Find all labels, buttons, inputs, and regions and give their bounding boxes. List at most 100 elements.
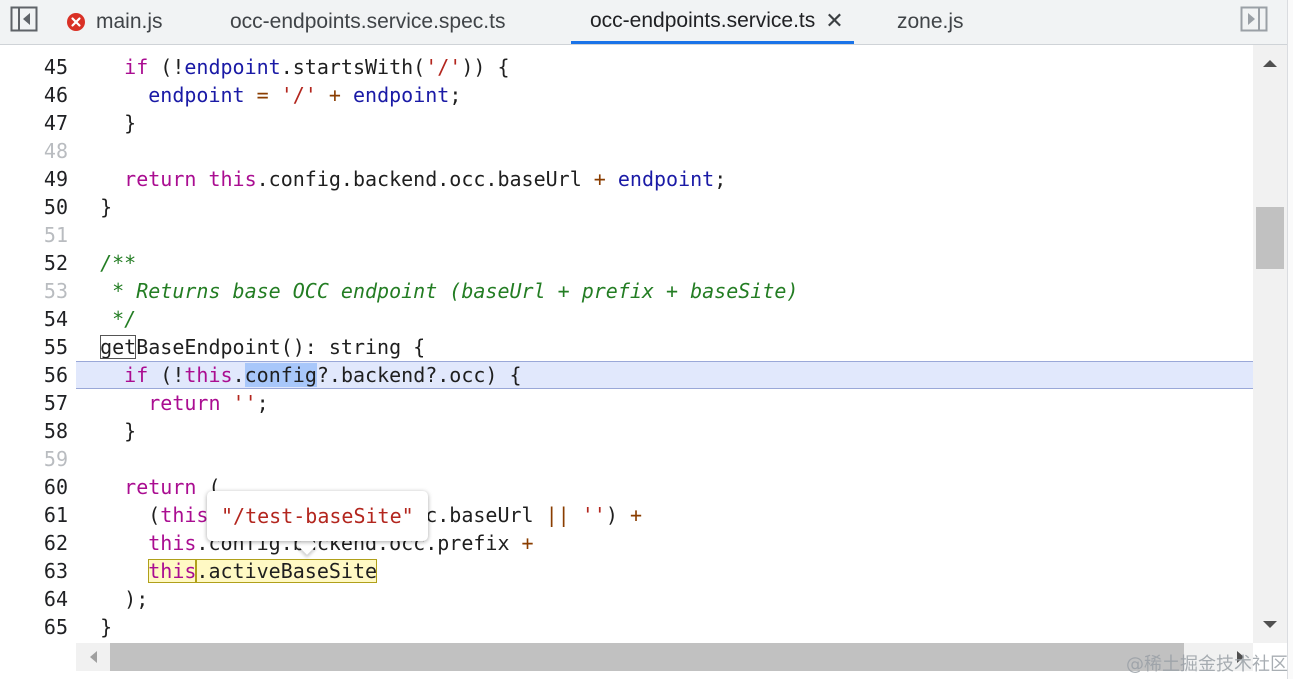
code-comment: * Returns base OCC endpoint (baseUrl + p… — [112, 279, 799, 303]
code-line: } — [76, 417, 1253, 445]
line-number[interactable]: 56 — [0, 361, 68, 389]
code-line: */ — [76, 305, 1253, 333]
code-comment: */ — [112, 307, 137, 331]
code-line: } — [76, 613, 1253, 641]
code-text: } — [76, 419, 137, 443]
code-string: '/' — [280, 83, 317, 107]
tab-occ-endpoints-service-spec[interactable]: occ-endpoints.service.spec.ts — [230, 0, 505, 44]
code-keyword: this — [184, 363, 233, 387]
code-line: if (!endpoint.startsWith('/')) { — [76, 53, 1253, 81]
line-number[interactable]: 59 — [0, 445, 68, 473]
line-number[interactable]: 63 — [0, 557, 68, 585]
line-number[interactable]: 47 — [0, 109, 68, 137]
toggle-debugger-button[interactable] — [1240, 6, 1268, 32]
line-number[interactable]: 57 — [0, 389, 68, 417]
line-number[interactable]: 54 — [0, 305, 68, 333]
tab-zone-js[interactable]: zone.js — [897, 0, 964, 44]
line-number[interactable]: 45 — [0, 53, 68, 81]
code-variable: endpoint — [184, 55, 281, 79]
highlighted-expression[interactable]: .activeBaseSite — [196, 559, 378, 583]
line-number[interactable]: 66 — [0, 641, 68, 643]
editor-tab-bar: main.js occ-endpoints.service.spec.ts oc… — [0, 0, 1287, 45]
code-operator: || — [545, 503, 570, 527]
scroll-up-icon[interactable] — [1253, 53, 1287, 73]
code-variable: endpoint — [617, 167, 715, 191]
line-number[interactable]: 49 — [0, 165, 68, 193]
scroll-down-icon[interactable] — [1253, 615, 1287, 635]
line-number[interactable]: 62 — [0, 529, 68, 557]
selected-token[interactable]: config — [244, 363, 317, 387]
code-variable: endpoint — [148, 83, 245, 107]
code-text: ; — [714, 167, 727, 191]
tab-main-js[interactable]: main.js — [66, 0, 163, 44]
tab-label: occ-endpoints.service.ts — [590, 8, 816, 32]
code-operator: + — [593, 167, 606, 191]
line-number[interactable]: 52 — [0, 249, 68, 277]
tab-label: zone.js — [897, 10, 964, 33]
close-icon[interactable]: ✕ — [825, 8, 843, 34]
line-number[interactable]: 51 — [0, 221, 68, 249]
code-text: .startsWith( — [280, 55, 426, 79]
error-icon — [66, 12, 86, 32]
code-keyword: return — [148, 391, 221, 415]
line-number[interactable]: 48 — [0, 137, 68, 165]
code-comment: /** — [100, 251, 137, 275]
code-text: .config.backend.occ.baseUrl — [256, 167, 594, 191]
vertical-scrollbar[interactable] — [1253, 45, 1287, 643]
code-text: } — [76, 615, 113, 639]
code-string: '' — [581, 503, 606, 527]
code-line: * Returns base OCC endpoint (baseUrl + p… — [76, 277, 1253, 305]
code-text: ) — [605, 503, 630, 527]
code-editor[interactable]: if (!endpoint.startsWith('/')) { endpoin… — [76, 45, 1253, 643]
code-text: ; — [256, 391, 269, 415]
line-number[interactable]: 46 — [0, 81, 68, 109]
horizontal-scroll-thumb[interactable] — [110, 643, 1184, 671]
code-text: (! — [148, 55, 185, 79]
code-operator: = — [256, 83, 269, 107]
code-line: this.activeBaseSite — [76, 557, 1253, 585]
toggle-navigator-button[interactable] — [10, 6, 38, 32]
code-keyword: this — [148, 531, 197, 555]
code-line: } — [76, 109, 1253, 137]
line-number[interactable]: 50 — [0, 193, 68, 221]
code-text: ( — [76, 503, 161, 527]
code-keyword: if — [124, 363, 149, 387]
line-number[interactable]: 61 — [0, 501, 68, 529]
line-number[interactable]: 53 — [0, 277, 68, 305]
code-operator: + — [629, 503, 642, 527]
line-number[interactable]: 55 — [0, 333, 68, 361]
code-string: '' — [232, 391, 257, 415]
value-popover: "/test-baseSite" — [207, 491, 428, 541]
code-line: } — [76, 193, 1253, 221]
vertical-scroll-thumb[interactable] — [1256, 207, 1284, 269]
highlighted-expression[interactable]: this — [148, 559, 197, 583]
line-number[interactable]: 58 — [0, 417, 68, 445]
line-number[interactable]: 60 — [0, 473, 68, 501]
line-number[interactable]: 64 — [0, 585, 68, 613]
line-number[interactable]: 65 — [0, 613, 68, 641]
code-keyword: return — [124, 167, 197, 191]
watermark: @稀土掘金技术社区 — [1126, 654, 1288, 675]
code-text: ; — [449, 83, 462, 107]
horizontal-scrollbar[interactable] — [76, 643, 1253, 671]
tab-occ-endpoints-service[interactable]: occ-endpoints.service.ts ✕ — [571, 0, 854, 44]
sidebar-right-icon — [1240, 6, 1268, 32]
scroll-left-icon[interactable] — [80, 643, 108, 671]
code-text: ?.backend?.occ) { — [316, 363, 522, 387]
line-number-gutter[interactable]: 45 46 47 48 49 50 51 52 53 54 55 56 57 58 59 60 61 62 63 64… — [0, 45, 75, 643]
